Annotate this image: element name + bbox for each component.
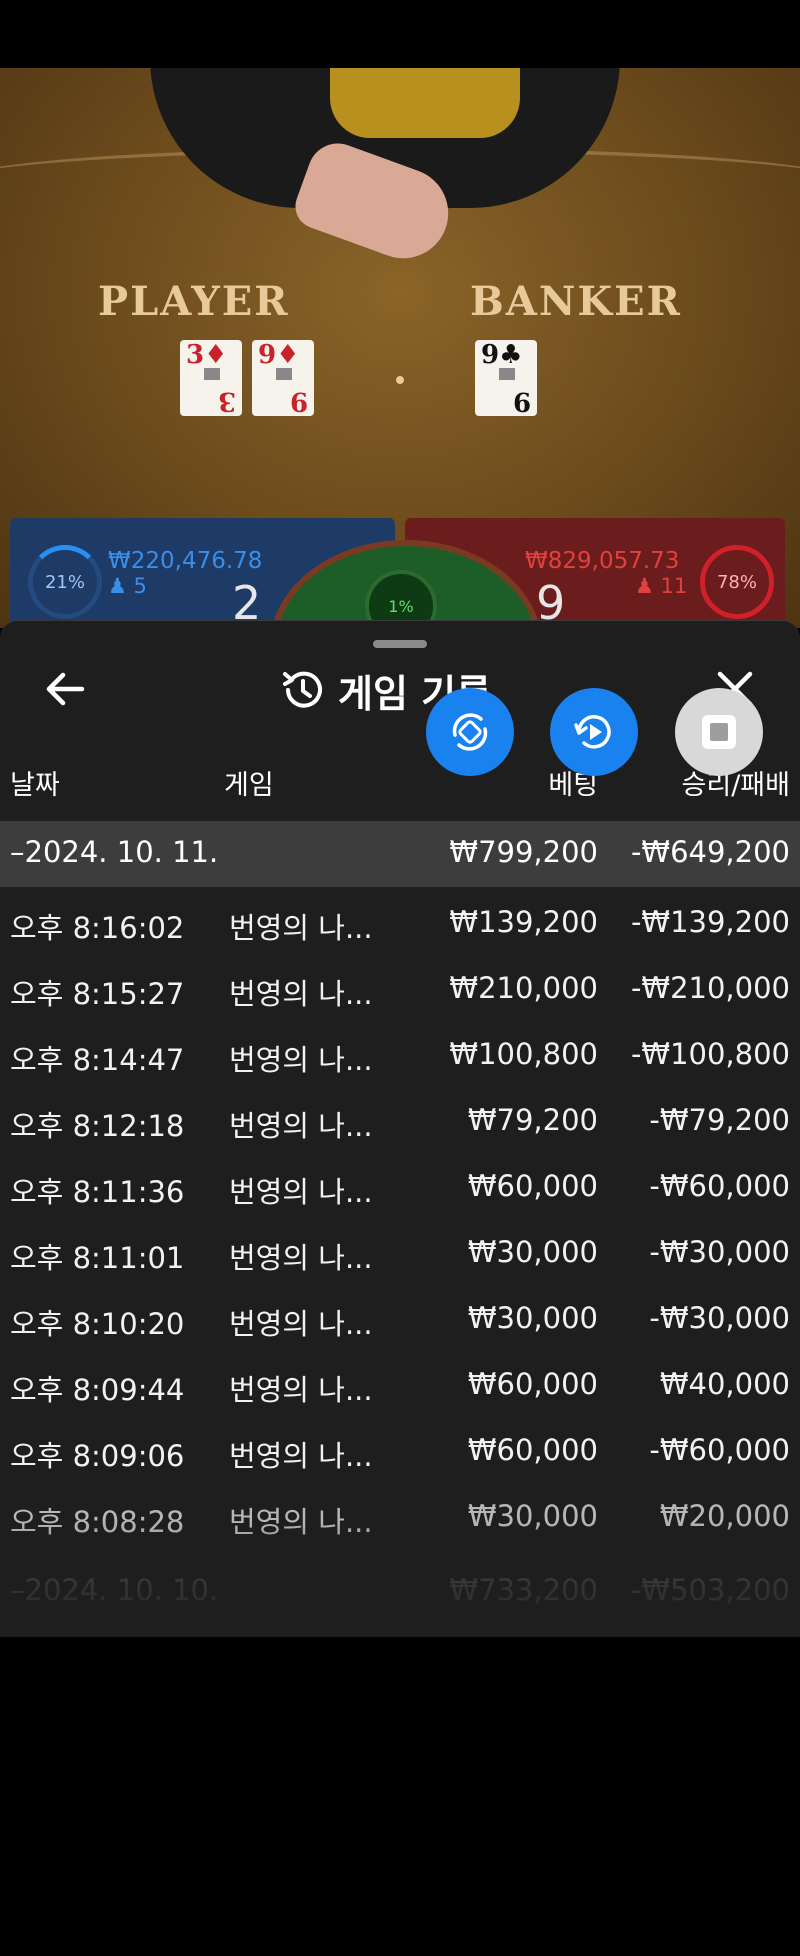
row-game: 번영의 나... <box>229 1241 373 1275</box>
history-row[interactable]: 오후 8:11:36 번영의 나... ₩60,000 -₩60,000 <box>0 1155 800 1221</box>
row-bet: ₩60,000 <box>467 1367 598 1401</box>
rotate-screen-icon <box>452 713 488 751</box>
back-button[interactable] <box>42 666 88 712</box>
sheet-drag-handle[interactable] <box>373 640 427 648</box>
row-win-loss: -₩100,800 <box>630 1037 790 1071</box>
group-date: –2024. 10. 10. <box>10 1573 219 1607</box>
row-time: 오후 8:11:01 <box>10 1241 185 1275</box>
column-header-date: 날짜 <box>10 770 60 801</box>
history-row[interactable]: 오후 8:14:47 번영의 나... ₩100,800 -₩100,800 <box>0 1023 800 1089</box>
row-game: 번영의 나... <box>229 977 373 1011</box>
banker-bettor-count: ♟ 11 <box>635 574 688 598</box>
player-card-1: 3♦ 3 <box>180 340 242 416</box>
row-win-loss: ₩20,000 <box>659 1499 790 1533</box>
row-time: 오후 8:09:06 <box>10 1439 185 1473</box>
person-icon: ♟ <box>108 574 127 598</box>
row-bet: ₩30,000 <box>467 1499 598 1533</box>
banker-percent-ring: 78% <box>700 545 774 619</box>
row-game: 번영의 나... <box>229 1307 373 1341</box>
row-bet: ₩100,800 <box>449 1037 598 1071</box>
row-win-loss: -₩210,000 <box>630 971 790 1005</box>
history-icon <box>283 671 322 708</box>
row-win-loss: -₩79,200 <box>649 1103 790 1137</box>
row-win-loss: ₩40,000 <box>659 1367 790 1401</box>
row-time: 오후 8:14:47 <box>10 1043 185 1077</box>
player-total-bet: ₩220,476.78 <box>108 548 263 574</box>
row-time: 오후 8:08:28 <box>10 1505 185 1539</box>
player-card-2: 9♦ 9 <box>252 340 314 416</box>
row-bet: ₩79,200 <box>467 1103 598 1137</box>
dealer-scarf <box>330 68 520 138</box>
person-icon: ♟ <box>635 574 654 598</box>
banker-label: BANKER <box>470 278 682 325</box>
history-list: 오후 8:16:02 번영의 나... ₩139,200 -₩139,200 오… <box>0 891 800 1551</box>
row-bet: ₩60,000 <box>467 1433 598 1467</box>
row-win-loss: -₩30,000 <box>649 1235 790 1269</box>
banker-card-1: 9♣ 9 <box>475 340 537 416</box>
history-row[interactable]: 오후 8:16:02 번영의 나... ₩139,200 -₩139,200 <box>0 891 800 957</box>
history-row[interactable]: 오후 8:09:06 번영의 나... ₩60,000 -₩60,000 <box>0 1419 800 1485</box>
player-label: PLAYER <box>98 278 290 325</box>
group-bet-total: ₩799,200 <box>449 835 598 869</box>
row-game: 번영의 나... <box>229 1109 373 1143</box>
replay-video-button[interactable] <box>550 688 638 776</box>
history-row[interactable]: 오후 8:09:44 번영의 나... ₩60,000 ₩40,000 <box>0 1353 800 1419</box>
row-time: 오후 8:15:27 <box>10 977 185 1011</box>
row-win-loss: -₩60,000 <box>649 1169 790 1203</box>
game-history-sheet: 게임 기록 날짜 게임 베팅 승리/패배 –2024. 10. 11. ₩799… <box>0 620 800 1637</box>
row-time: 오후 8:09:44 <box>10 1373 185 1407</box>
player-bettor-count: ♟ 5 <box>108 574 147 598</box>
row-win-loss: -₩30,000 <box>649 1301 790 1335</box>
group-win-loss-total: -₩503,200 <box>630 1573 790 1607</box>
row-bet: ₩30,000 <box>467 1235 598 1269</box>
row-time: 오후 8:12:18 <box>10 1109 185 1143</box>
group-win-loss-total: -₩649,200 <box>630 835 790 869</box>
row-bet: ₩30,000 <box>467 1301 598 1335</box>
history-row[interactable]: 오후 8:11:01 번영의 나... ₩30,000 -₩30,000 <box>0 1221 800 1287</box>
column-header-game: 게임 <box>224 770 274 801</box>
rotate-screen-button[interactable] <box>426 688 514 776</box>
history-row[interactable]: 오후 8:08:28 번영의 나... ₩30,000 ₩20,000 <box>0 1485 800 1551</box>
row-game: 번영의 나... <box>229 911 373 945</box>
row-game: 번영의 나... <box>229 1439 373 1473</box>
date-group-row[interactable]: –2024. 10. 10. ₩733,200 -₩503,200 <box>0 1559 800 1625</box>
group-date: –2024. 10. 11. <box>10 835 219 869</box>
history-row[interactable]: 오후 8:12:18 번영의 나... ₩79,200 -₩79,200 <box>0 1089 800 1155</box>
row-bet: ₩60,000 <box>467 1169 598 1203</box>
stop-record-button[interactable] <box>675 688 763 776</box>
group-bet-total: ₩733,200 <box>449 1573 598 1607</box>
history-row[interactable]: 오후 8:15:27 번영의 나... ₩210,000 -₩210,000 <box>0 957 800 1023</box>
row-game: 번영의 나... <box>229 1175 373 1209</box>
table-marker <box>396 376 404 384</box>
row-win-loss: -₩60,000 <box>649 1433 790 1467</box>
row-time: 오후 8:11:36 <box>10 1175 185 1209</box>
player-percent-ring: 21% <box>28 545 102 619</box>
row-bet: ₩139,200 <box>449 905 598 939</box>
row-game: 번영의 나... <box>229 1505 373 1539</box>
banker-total-bet: ₩829,057.73 <box>525 548 680 574</box>
date-group-row[interactable]: –2024. 10. 11. ₩799,200 -₩649,200 <box>0 821 800 887</box>
arrow-left-icon <box>46 672 85 706</box>
row-time: 오후 8:16:02 <box>10 911 185 945</box>
row-win-loss: -₩139,200 <box>630 905 790 939</box>
replay-video-icon <box>574 715 611 749</box>
history-row[interactable]: 오후 8:10:20 번영의 나... ₩30,000 -₩30,000 <box>0 1287 800 1353</box>
row-time: 오후 8:10:20 <box>10 1307 185 1341</box>
row-game: 번영의 나... <box>229 1043 373 1077</box>
row-game: 번영의 나... <box>229 1373 373 1407</box>
row-bet: ₩210,000 <box>449 971 598 1005</box>
stop-record-icon <box>702 715 736 749</box>
